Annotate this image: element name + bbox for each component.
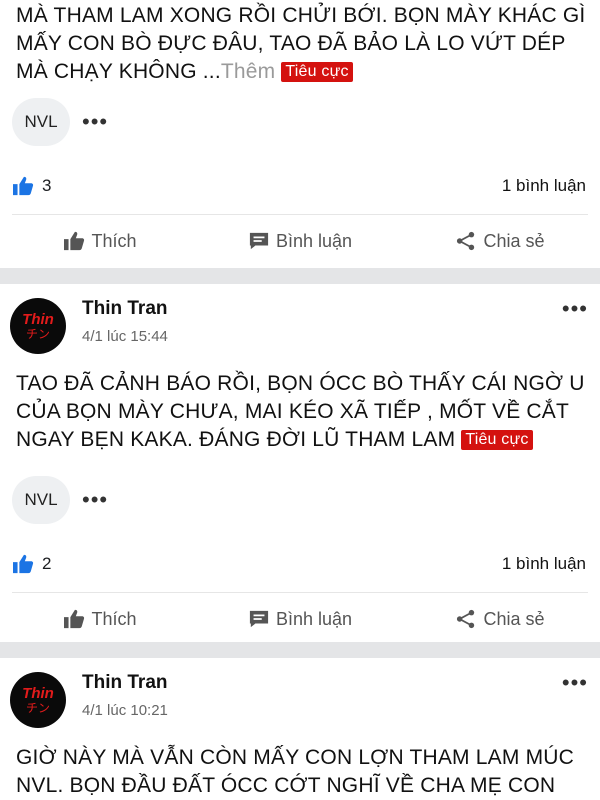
post-1: MÀ THAM LAM XONG RỒI CHỬI BỚI. BỌN MÀY K… bbox=[0, 0, 600, 267]
topic-chip[interactable]: NVL bbox=[12, 476, 70, 524]
avatar-subtext: チン bbox=[25, 700, 50, 715]
post-time[interactable]: 4/1 lúc 15:44 bbox=[82, 328, 562, 345]
comment-label: Bình luận bbox=[275, 608, 353, 629]
like-count-value: 2 bbox=[42, 554, 52, 573]
post-separator bbox=[0, 268, 600, 284]
post-body: GIỜ NÀY MÀ VẪN CÒN MẤY CON LỢN THAM LAM … bbox=[16, 746, 575, 797]
more-options-icon[interactable]: ••• bbox=[82, 489, 108, 511]
like-button[interactable]: Thích bbox=[0, 609, 200, 630]
share-button[interactable]: Chia sẻ bbox=[400, 231, 600, 252]
thumbs-up-icon bbox=[13, 176, 34, 196]
post-3: Thin チン Thin Tran 4/1 lúc 10:21 ••• GIỜ … bbox=[0, 658, 600, 800]
avatar-text: Thin bbox=[22, 684, 54, 702]
more-options-icon[interactable]: ••• bbox=[82, 111, 108, 133]
topic-row: NVL ••• bbox=[0, 474, 600, 526]
thumbs-up-outline-icon bbox=[64, 609, 85, 629]
like-count[interactable]: 3 bbox=[12, 176, 51, 196]
action-bar: Thích Bình luận Chia sẻ bbox=[0, 593, 600, 645]
post-separator bbox=[0, 642, 600, 658]
post-text: MÀ THAM LAM XONG RỒI CHỬI BỚI. BỌN MÀY K… bbox=[0, 0, 600, 83]
comment-count[interactable]: 1 bình luận bbox=[502, 176, 586, 196]
share-button[interactable]: Chia sẻ bbox=[400, 609, 600, 630]
more-options-icon[interactable]: ••• bbox=[562, 296, 588, 322]
see-more-link[interactable]: Thêm bbox=[221, 60, 275, 83]
comment-label: Bình luận bbox=[275, 230, 353, 251]
post-header: Thin チン Thin Tran 4/1 lúc 10:21 ••• bbox=[0, 658, 600, 738]
like-button[interactable]: Thích bbox=[0, 231, 200, 252]
reaction-summary: 3 1 bình luận bbox=[0, 164, 600, 208]
thumbs-up-icon bbox=[13, 554, 34, 574]
topic-row: NVL ••• bbox=[0, 96, 600, 148]
like-count[interactable]: 2 bbox=[12, 554, 51, 574]
comment-button[interactable]: Bình luận bbox=[200, 231, 400, 252]
reaction-summary: 2 1 bình luận bbox=[0, 542, 600, 586]
avatar[interactable]: Thin チン bbox=[10, 298, 66, 354]
more-options-icon[interactable]: ••• bbox=[562, 670, 588, 696]
comment-icon bbox=[249, 610, 269, 628]
author-name[interactable]: Thin Tran bbox=[82, 298, 562, 320]
share-label: Chia sẻ bbox=[483, 230, 545, 251]
avatar[interactable]: Thin チン bbox=[10, 672, 66, 728]
like-count-value: 3 bbox=[42, 176, 52, 195]
post-header: Thin チン Thin Tran 4/1 lúc 15:44 ••• bbox=[0, 284, 600, 364]
comment-count[interactable]: 1 bình luận bbox=[502, 554, 586, 574]
share-label: Chia sẻ bbox=[483, 608, 545, 629]
share-icon bbox=[457, 609, 475, 629]
avatar-subtext: チン bbox=[25, 326, 50, 341]
like-label: Thích bbox=[91, 230, 137, 251]
comment-button[interactable]: Bình luận bbox=[200, 609, 400, 630]
like-label: Thích bbox=[91, 608, 137, 629]
post-text: GIỜ NÀY MÀ VẪN CÒN MẤY CON LỢN THAM LAM … bbox=[0, 738, 600, 800]
sentiment-badge: Tiêu cực bbox=[461, 430, 533, 450]
comment-icon bbox=[249, 232, 269, 250]
post-text: TAO ĐÃ CẢNH BÁO RỒI, BỌN ÓCC BÒ THẤY CÁI… bbox=[0, 364, 600, 464]
post-2: Thin チン Thin Tran 4/1 lúc 15:44 ••• TAO … bbox=[0, 284, 600, 645]
sentiment-badge: Tiêu cực bbox=[281, 62, 353, 82]
author-name[interactable]: Thin Tran bbox=[82, 672, 562, 694]
topic-chip[interactable]: NVL bbox=[12, 98, 70, 146]
share-icon bbox=[457, 231, 475, 251]
avatar-text: Thin bbox=[22, 310, 54, 328]
action-bar: Thích Bình luận Chia sẻ bbox=[0, 215, 600, 267]
post-time[interactable]: 4/1 lúc 10:21 bbox=[82, 702, 562, 719]
thumbs-up-outline-icon bbox=[64, 231, 85, 251]
